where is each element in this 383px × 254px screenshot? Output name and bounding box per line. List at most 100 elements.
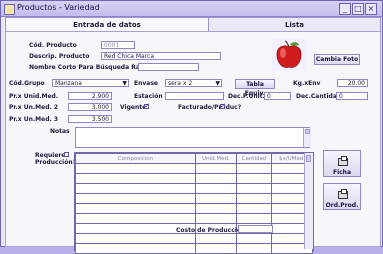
table-row xyxy=(74,163,313,174)
package-value: sera x 2 xyxy=(168,80,193,87)
active-checkbox[interactable] xyxy=(144,102,150,110)
invoiced-produced-checkbox[interactable] xyxy=(220,102,226,110)
kg-per-package-label: Kg.xEnv xyxy=(293,80,321,87)
short-name-field[interactable] xyxy=(138,63,199,71)
kg-per-package-field[interactable]: 20.00 xyxy=(337,79,368,87)
table-cell[interactable] xyxy=(74,173,197,184)
table-cell[interactable] xyxy=(74,213,197,224)
package-select[interactable]: sera x 2 ▼ xyxy=(165,79,222,87)
price-unit-field[interactable]: 2.900 xyxy=(68,92,112,100)
minimize-button[interactable]: _ xyxy=(339,3,351,15)
table-cell[interactable] xyxy=(235,213,273,224)
invoiced-produced-label: Facturado/Produc? xyxy=(178,104,242,111)
table-cell[interactable] xyxy=(74,243,197,254)
table-cell[interactable] xyxy=(235,193,273,204)
notes-scroll-thumb[interactable] xyxy=(305,129,310,134)
table-cell[interactable] xyxy=(195,163,237,174)
composition-header: Composición xyxy=(74,153,197,164)
production-order-label: Ord.Prod. xyxy=(325,202,359,209)
requires-production-label-2: Producción? xyxy=(35,159,77,166)
chevron-down-icon[interactable]: ▼ xyxy=(122,80,127,86)
table-cell[interactable] xyxy=(74,193,197,204)
production-order-button[interactable]: Ord.Prod. xyxy=(323,183,361,210)
composition-table: Composición Unid.Med. Cantidad $x/UMed. xyxy=(74,152,314,254)
table-cell[interactable] xyxy=(235,173,273,184)
season-label: Estación xyxy=(134,93,163,100)
window-title: Productos - Variedad xyxy=(17,3,100,12)
maximize-button[interactable]: □ xyxy=(352,3,364,15)
tab-entrada-datos[interactable]: Entrada de datos xyxy=(5,17,209,32)
tab-lista[interactable]: Lista xyxy=(208,17,381,32)
product-window: Productos - Variedad _ □ × Entrada de da… xyxy=(0,0,383,254)
table-cell[interactable] xyxy=(74,233,197,244)
active-label: Vigente xyxy=(120,104,147,111)
decimal-quantity-label: Dec.Cantidad xyxy=(296,93,342,100)
table-row xyxy=(74,183,313,194)
group-select[interactable]: Manzana ▼ xyxy=(52,79,129,87)
table-cell[interactable] xyxy=(195,213,237,224)
price-unit-label: Pr.x Unid.Med. xyxy=(9,93,59,100)
table-cell[interactable] xyxy=(195,173,237,184)
table-cell[interactable] xyxy=(74,163,197,174)
decimal-price-field[interactable]: 0 xyxy=(264,92,291,100)
price-unit-2-field[interactable]: 3.000 xyxy=(68,103,112,111)
unit-header: Unid.Med. xyxy=(195,153,237,164)
decimal-price-label: Dec.P.Unit. xyxy=(228,93,265,100)
notes-label: Notas xyxy=(50,128,70,135)
table-cell[interactable] xyxy=(74,183,197,194)
table-cell[interactable] xyxy=(235,163,273,174)
printer-icon xyxy=(338,156,348,166)
entry-panel: Cód. Producto 0001 Descrip. Producto Red… xyxy=(5,31,381,254)
table-row xyxy=(74,193,313,204)
product-description-label: Descrip. Producto xyxy=(29,53,90,60)
table-cell[interactable] xyxy=(195,183,237,194)
price-unit-3-field[interactable]: 3.500 xyxy=(68,115,112,123)
requires-production-checkbox[interactable] xyxy=(64,152,69,157)
short-name-label: Nombre Corto Para Búsqueda Rápida xyxy=(29,64,155,71)
title-bar: Productos - Variedad _ □ × xyxy=(1,1,382,17)
notes-field[interactable] xyxy=(75,127,310,148)
product-code-label: Cód. Producto xyxy=(29,42,77,49)
app-icon xyxy=(4,4,15,15)
product-photo xyxy=(272,39,306,71)
apple-image xyxy=(272,39,306,71)
decimal-quantity-field[interactable]: 0 xyxy=(336,92,368,100)
table-cell[interactable] xyxy=(195,193,237,204)
table-scrollbar[interactable] xyxy=(304,153,313,249)
chevron-down-icon[interactable]: ▼ xyxy=(215,80,220,86)
table-row xyxy=(74,243,313,254)
production-cost-label: Costo de Producción xyxy=(176,227,246,234)
product-description-field[interactable]: Red Chica Marca xyxy=(101,52,221,60)
composition-grid: Composición Unid.Med. Cantidad $x/UMed. xyxy=(74,153,313,254)
package-label: Envase xyxy=(134,80,158,87)
product-code-field[interactable]: 0001 xyxy=(101,41,135,49)
table-row xyxy=(74,173,313,184)
table-cell[interactable] xyxy=(195,243,237,254)
quantity-header: Cantidad xyxy=(235,153,273,164)
printer-icon xyxy=(338,189,348,199)
table-cell[interactable] xyxy=(195,233,237,244)
price-unit-2-label: Pr.x Un.Med. 2 xyxy=(9,104,59,111)
ficha-button[interactable]: Ficha xyxy=(323,150,361,177)
group-label: Cód.Grupo xyxy=(9,80,45,87)
table-cell[interactable] xyxy=(235,203,273,214)
group-value: Manzana xyxy=(55,80,82,87)
table-cell[interactable] xyxy=(195,203,237,214)
table-row xyxy=(74,203,313,214)
requires-production-label: Requiere xyxy=(35,152,66,159)
equivalence-table-button[interactable]: Tabla Equiv. xyxy=(235,79,275,97)
table-scroll-thumb[interactable] xyxy=(306,155,311,162)
season-field[interactable] xyxy=(165,92,224,100)
close-button[interactable]: × xyxy=(365,3,377,15)
table-row xyxy=(74,213,313,224)
change-photo-button[interactable]: Cambia Foto xyxy=(314,54,360,65)
table-row xyxy=(74,233,313,244)
table-cell[interactable] xyxy=(235,183,273,194)
price-unit-3-label: Pr.x Un.Med. 3 xyxy=(9,116,59,123)
table-cell[interactable] xyxy=(235,233,273,244)
tab-strip: Entrada de datos Lista xyxy=(5,17,381,32)
notes-scrollbar[interactable] xyxy=(303,128,311,147)
table-cell[interactable] xyxy=(74,203,197,214)
table-cell[interactable] xyxy=(235,243,273,254)
production-cost-field[interactable] xyxy=(238,225,273,233)
